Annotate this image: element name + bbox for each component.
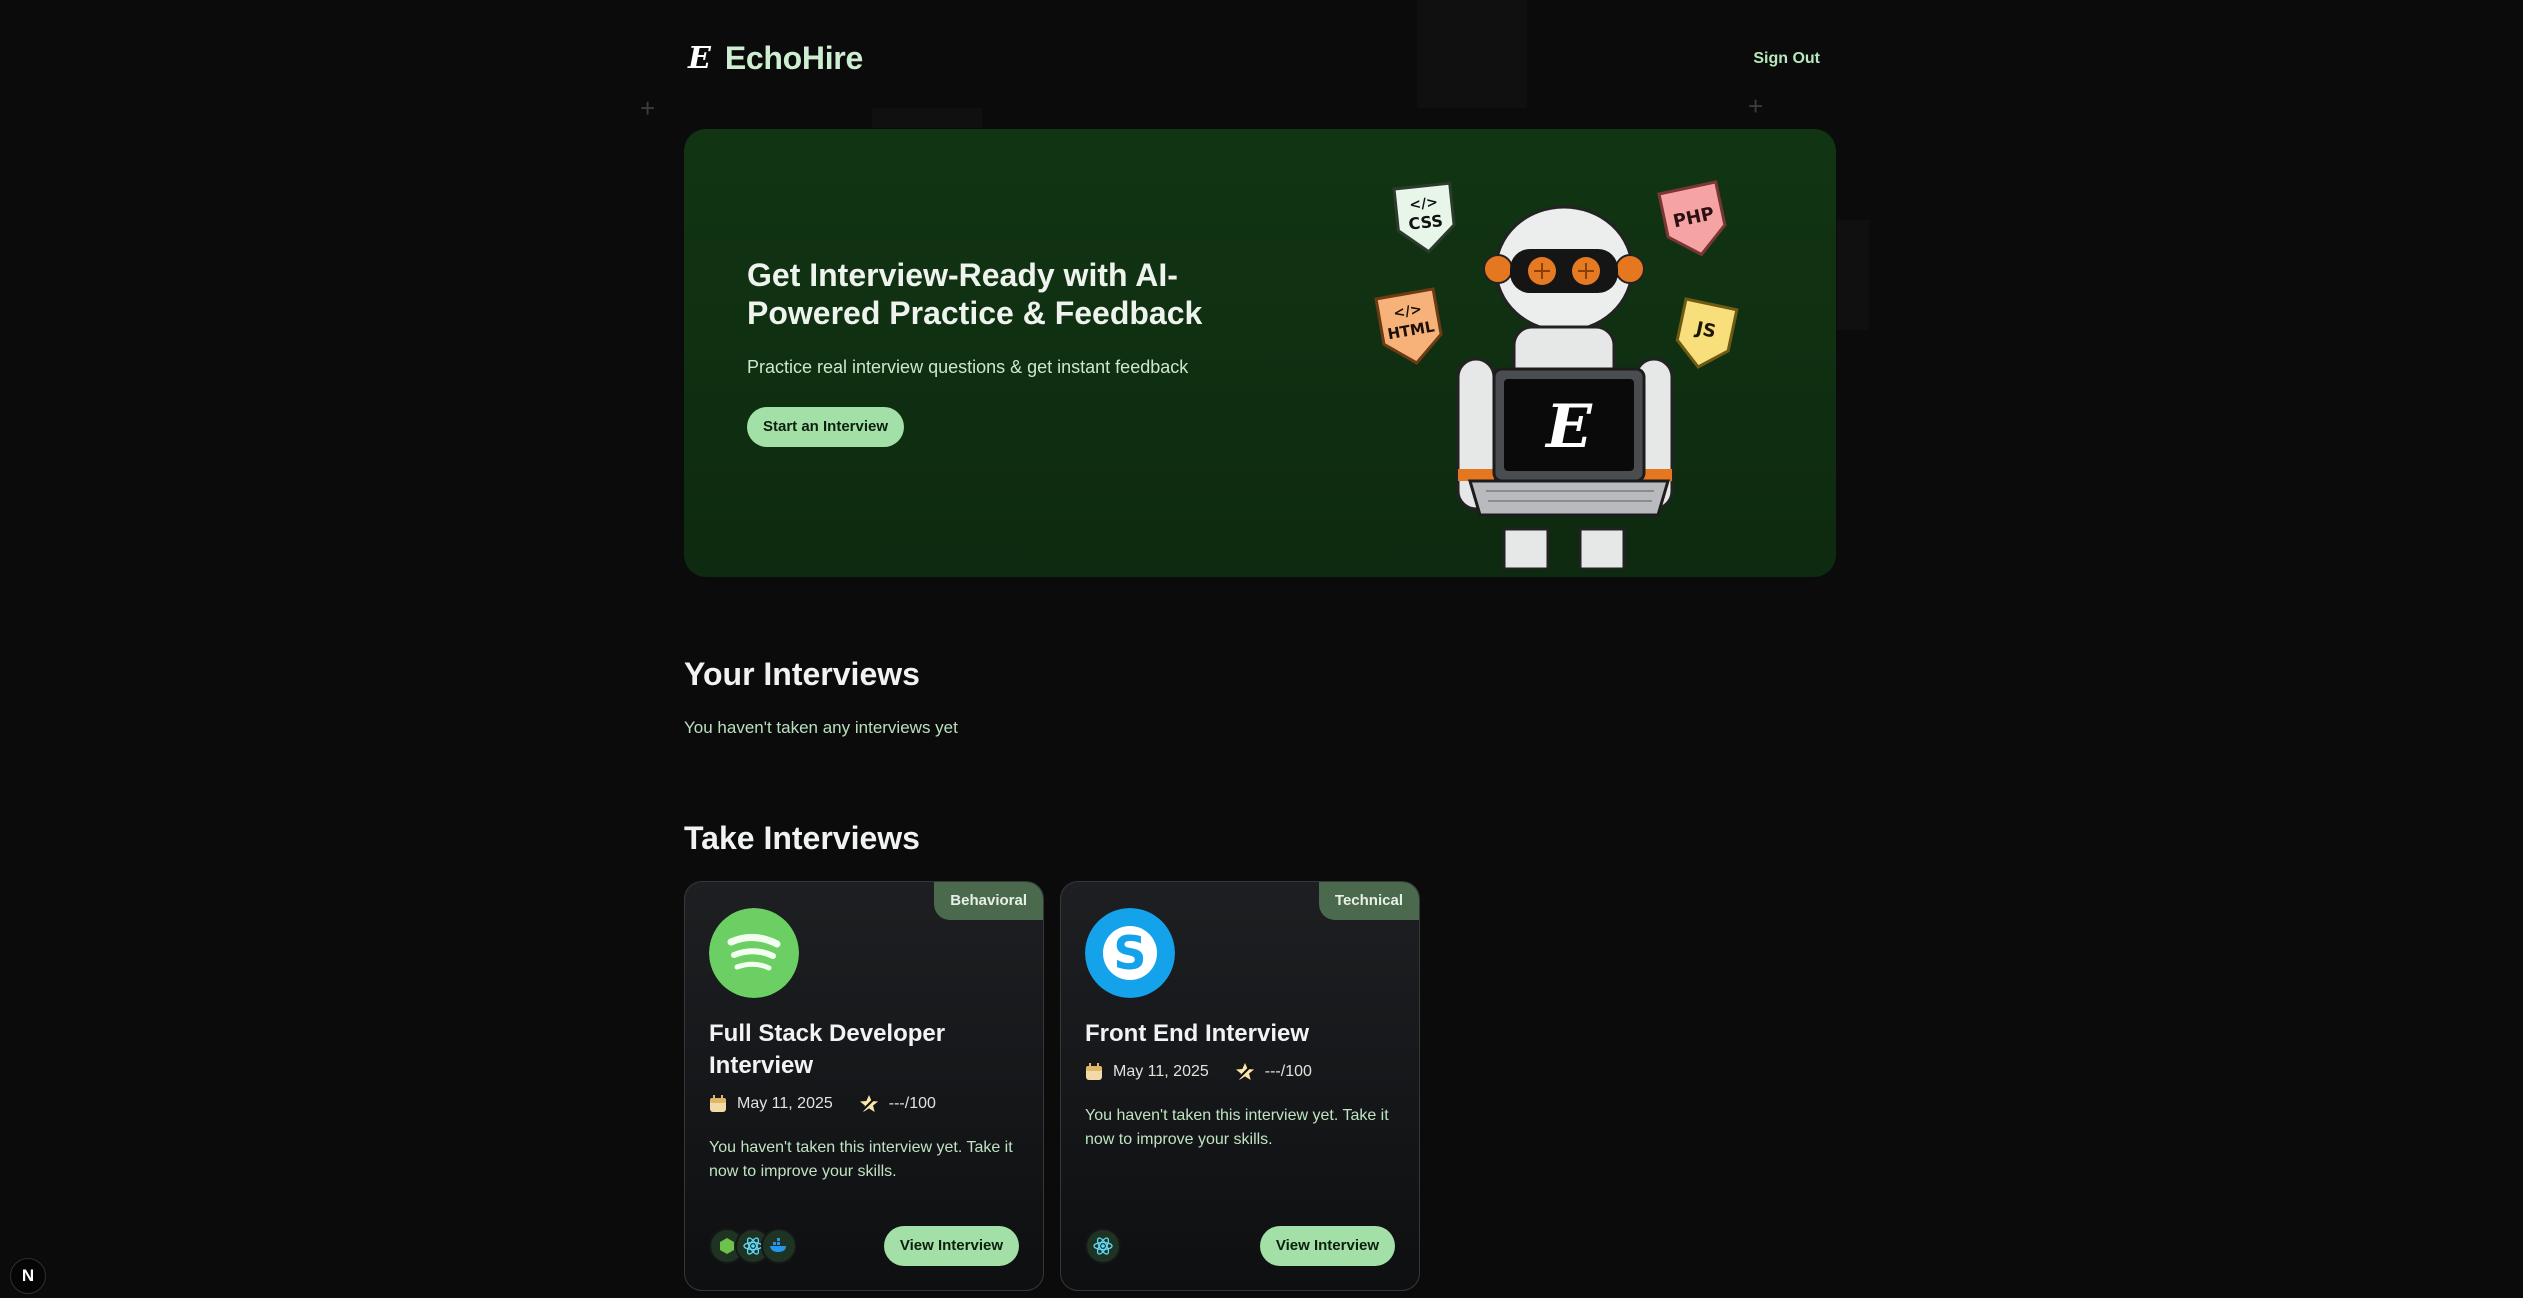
- skype-logo-icon: S: [1085, 908, 1175, 998]
- brand-name: EchoHire: [724, 40, 863, 76]
- no-interviews-message: You haven't taken any interviews yet: [684, 718, 958, 737]
- calendar-icon: [1086, 1063, 1102, 1080]
- js-sticker: JS: [1675, 297, 1739, 369]
- css-sticker: </> CSS: [1392, 181, 1456, 254]
- calendar-icon: [710, 1095, 726, 1112]
- interview-card: Technical S Front End Interview May 11, …: [1060, 881, 1420, 1291]
- interview-type-badge: Technical: [1318, 882, 1419, 920]
- interview-description: You haven't taken this interview yet. Ta…: [1085, 1107, 1389, 1148]
- hero-banner: Get Interview-Ready with AI-Powered Prac…: [684, 129, 1836, 577]
- interview-score: ---/100: [1264, 1063, 1312, 1080]
- interview-description: You haven't taken this interview yet. Ta…: [709, 1139, 1013, 1180]
- spotify-logo-icon: [709, 908, 799, 998]
- interview-date: May 11, 2025: [1113, 1063, 1209, 1080]
- svg-text:E: E: [1544, 392, 1593, 462]
- take-interviews-title: Take Interviews: [684, 820, 920, 856]
- view-interview-button[interactable]: View Interview: [883, 1226, 1019, 1266]
- sparkle-icon: +: [1748, 91, 1764, 121]
- hero-title: Get Interview-Ready with AI-Powered Prac…: [747, 257, 1203, 331]
- background-block: [1837, 220, 1869, 330]
- star-icon: [859, 1095, 878, 1112]
- interview-title: Full Stack Developer Interview: [709, 1020, 946, 1079]
- score-item: ---/100: [1235, 1062, 1312, 1082]
- background-block: [872, 108, 982, 128]
- docker-icon: [761, 1228, 797, 1264]
- interview-title: Front End Interview: [1085, 1020, 1310, 1047]
- star-icon: [1235, 1063, 1254, 1080]
- interview-date: May 11, 2025: [737, 1095, 833, 1112]
- start-interview-button[interactable]: Start an Interview: [747, 407, 905, 447]
- logo-mark-icon: E: [688, 41, 711, 76]
- react-icon: [1085, 1228, 1121, 1264]
- interview-meta: May 11, 2025 ---/100: [1085, 1062, 1328, 1082]
- html-sticker: </> HTML: [1374, 287, 1443, 365]
- score-item: ---/100: [859, 1094, 936, 1114]
- your-interviews-title: Your Interviews: [684, 656, 920, 692]
- sparkle-icon: +: [640, 93, 656, 123]
- php-sticker: PHP: [1657, 180, 1727, 257]
- svg-text:S: S: [1113, 926, 1146, 980]
- brand-logo[interactable]: E EchoHire: [688, 40, 863, 77]
- tech-stack: [1085, 1228, 1121, 1264]
- sign-out-link[interactable]: Sign Out: [1753, 50, 1820, 68]
- interview-card: Behavioral Full Stack Developer Intervie…: [684, 881, 1044, 1291]
- date-item: May 11, 2025: [1085, 1063, 1209, 1081]
- nextjs-dev-badge[interactable]: N: [10, 1258, 46, 1294]
- interview-meta: May 11, 2025 ---/100: [709, 1094, 952, 1114]
- svg-text:</>: </>: [1409, 195, 1439, 214]
- tech-stack: [709, 1228, 797, 1264]
- hero-subtitle: Practice real interview questions & get …: [747, 357, 1189, 377]
- interview-score: ---/100: [888, 1095, 936, 1112]
- svg-text:CSS: CSS: [1408, 211, 1444, 233]
- interview-type-badge: Behavioral: [934, 882, 1043, 920]
- date-item: May 11, 2025: [709, 1095, 833, 1113]
- robot-illustration: </> CSS PHP </> HTML JS E: [1374, 180, 1739, 569]
- header: E EchoHire Sign Out: [684, 40, 1836, 84]
- view-interview-button[interactable]: View Interview: [1259, 1226, 1395, 1266]
